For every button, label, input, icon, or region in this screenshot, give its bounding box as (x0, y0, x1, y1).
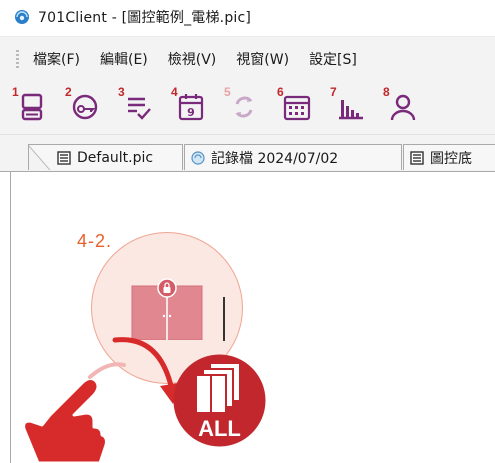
text-cursor (223, 297, 225, 341)
canvas-left-border (10, 172, 11, 463)
step-label: 4-2. (77, 231, 113, 251)
menu-view[interactable]: 檢視(V) (168, 49, 217, 69)
log-file-icon (191, 150, 205, 165)
toolbar-number: 7 (330, 85, 337, 99)
menu-file[interactable]: 檔案(F) (33, 49, 80, 69)
toolbar-button-4[interactable]: 9 4 (171, 85, 209, 125)
document-tab-strip: Default.pic 記錄檔 2024/07/02 圖控底 (0, 135, 495, 172)
refresh-icon (235, 96, 253, 118)
pointing-hand-icon (22, 362, 126, 463)
toolbar-button-2[interactable]: 2 (65, 85, 103, 125)
pic-file-icon (410, 150, 424, 165)
tab-log-file[interactable]: 記錄檔 2024/07/02 (184, 144, 402, 170)
toolbar-number: 8 (383, 85, 390, 99)
toolbar-number: 5 (224, 85, 231, 99)
toolbar-button-5[interactable]: 5 (224, 85, 262, 125)
toolbar-number: 6 (277, 85, 284, 99)
menu-grip[interactable] (16, 50, 19, 68)
tab-label: 記錄檔 2024/07/02 (211, 150, 339, 167)
tab-label: 圖控底 (430, 150, 472, 167)
toolbar-number: 2 (65, 85, 72, 99)
menu-edit[interactable]: 編輯(E) (100, 49, 148, 69)
badge-label: ALL (198, 416, 241, 441)
calendar-grid-icon (283, 95, 311, 121)
menu-window[interactable]: 視窗(W) (236, 49, 289, 69)
key-login-icon (72, 94, 98, 120)
user-icon (390, 94, 416, 121)
toolbar-button-7[interactable]: 7 (330, 85, 368, 125)
toolbar: 1 2 3 9 4 5 6 7 8 (0, 80, 495, 135)
toolbar-button-6[interactable]: 6 (277, 85, 315, 125)
toolbar-button-8[interactable]: 8 (383, 85, 421, 125)
toolbar-button-3[interactable]: 3 (118, 85, 156, 125)
window-title: 701Client - [圖控範例_電梯.pic] (38, 10, 252, 26)
tab-default-pic[interactable]: Default.pic (28, 144, 183, 170)
tab-label: Default.pic (77, 149, 154, 166)
toolbar-button-1[interactable]: 1 (12, 85, 50, 125)
menu-settings[interactable]: 設定[S] (309, 49, 357, 69)
bar-chart-icon (339, 100, 363, 120)
toolbar-number: 1 (12, 85, 19, 99)
terminal-computer-icon (21, 93, 43, 121)
checklist-icon (128, 97, 151, 120)
pic-file-icon (57, 150, 71, 165)
menu-bar: 檔案(F) 編輯(E) 檢視(V) 視窗(W) 設定[S] (0, 36, 495, 81)
toolbar-number: 4 (171, 85, 178, 99)
toolbar-number: 3 (118, 85, 125, 99)
app-globe-icon (15, 10, 29, 24)
open-all-badge[interactable]: ALL (172, 353, 267, 448)
svg-text:9: 9 (187, 106, 195, 119)
title-bar: 701Client - [圖控範例_電梯.pic] (0, 0, 495, 34)
tab-control-pic[interactable]: 圖控底 (403, 144, 495, 170)
calendar-9-icon: 9 (178, 94, 204, 121)
